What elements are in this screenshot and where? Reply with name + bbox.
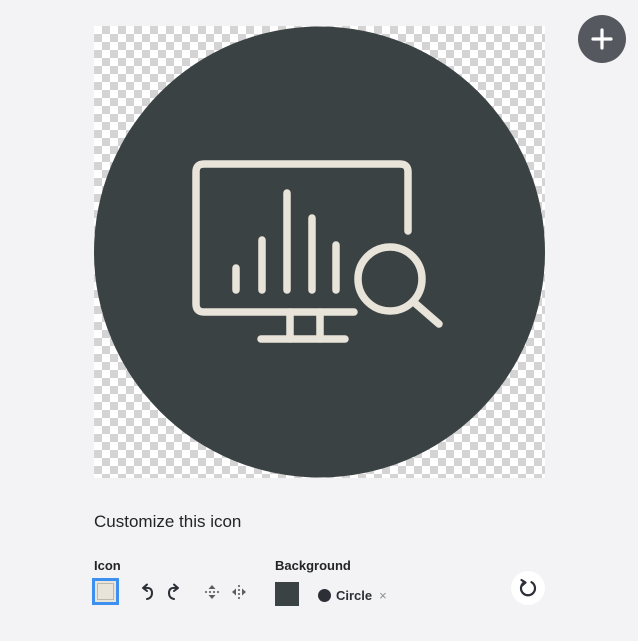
background-section-label: Background: [275, 558, 351, 573]
reset-icon: [519, 578, 537, 597]
add-button[interactable]: [578, 15, 626, 63]
circle-shape-icon: [318, 588, 331, 602]
customize-title: Customize this icon: [94, 512, 242, 531]
rotate-left-icon: [142, 583, 154, 600]
icon-section-label: Icon: [94, 558, 121, 573]
background-color-swatch[interactable]: [275, 582, 299, 606]
flip-horizontal-icon: [232, 585, 246, 599]
rotate-right-icon: [167, 583, 179, 600]
shape-label: Circle: [336, 587, 373, 603]
remove-shape-icon[interactable]: ×: [379, 588, 387, 603]
rotate-left-button[interactable]: [138, 582, 158, 602]
icon-preview-svg: [94, 26, 545, 478]
flip-vertical-button[interactable]: [202, 582, 222, 602]
icon-color-swatch[interactable]: [92, 578, 119, 605]
flip-horizontal-button[interactable]: [229, 582, 249, 602]
flip-vertical-icon: [205, 585, 219, 599]
reset-button[interactable]: [511, 571, 545, 605]
background-circle: [94, 26, 545, 478]
plus-icon: [591, 28, 613, 50]
icon-preview-canvas: [94, 26, 545, 478]
rotate-right-button[interactable]: [163, 582, 183, 602]
shape-circle-chip[interactable]: Circle ×: [318, 584, 387, 606]
